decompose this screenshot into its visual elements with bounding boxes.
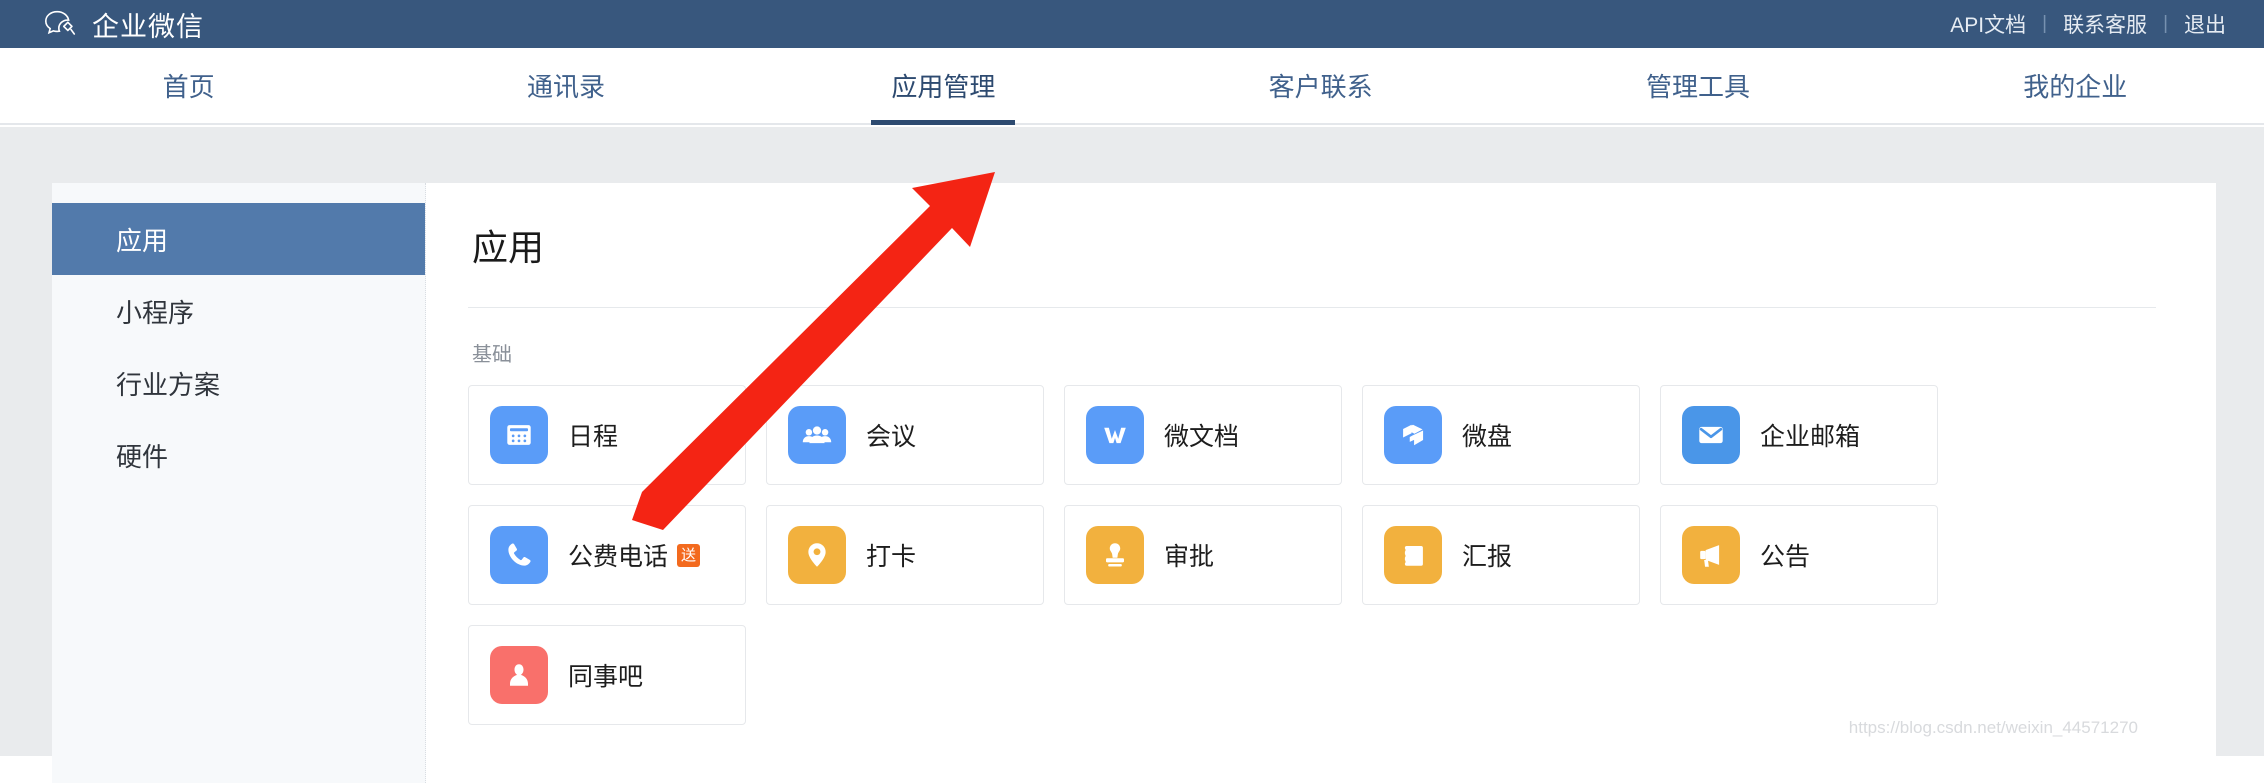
- brand-name: 企业微信: [92, 11, 204, 42]
- header-separator-1: |: [2042, 13, 2048, 34]
- status-badge: 送: [677, 543, 701, 567]
- main-nav-tabs: 首页 通讯录 应用管理 客户联系 管理工具 我的企业: [0, 48, 2264, 125]
- page-title: 应用: [472, 227, 545, 268]
- app-card-report[interactable]: 汇报: [1362, 505, 1640, 605]
- header-separator-2: |: [2163, 13, 2168, 34]
- app-label: 同事吧: [568, 663, 644, 691]
- app-label: 会议: [866, 423, 917, 451]
- wecom-logo-icon: [42, 5, 80, 43]
- app-card-wedoc[interactable]: 微文档: [1064, 385, 1342, 485]
- app-label: 公费电话 送: [568, 537, 701, 573]
- app-label: 汇报: [1462, 543, 1513, 571]
- phone-icon: [490, 526, 548, 584]
- report-icon: [1384, 526, 1442, 584]
- section-label-basic: 基础: [472, 344, 512, 366]
- nav-tab-contacts[interactable]: 通讯录: [377, 48, 754, 123]
- main-panel: 应用 基础 日程 会议 微文档 微盘 企业邮箱 公费电话 送 打卡 审批 汇报 …: [426, 183, 2216, 783]
- app-label: 微文档: [1164, 423, 1240, 451]
- nav-tab-my-enterprise[interactable]: 我的企业: [1887, 48, 2264, 123]
- content-container: 应用 小程序 行业方案 硬件 应用 基础 日程 会议 微文档 微盘 企业邮箱 公…: [52, 183, 2216, 783]
- app-label-text: 公费电话: [568, 543, 669, 571]
- nav-tab-app-management[interactable]: 应用管理: [755, 48, 1132, 123]
- logout-link[interactable]: 退出: [2184, 9, 2226, 39]
- app-label: 微盘: [1462, 423, 1513, 451]
- stamp-icon: [1086, 526, 1144, 584]
- app-card-free-call[interactable]: 公费电话 送: [468, 505, 746, 605]
- nav-tab-customer-contact[interactable]: 客户联系: [1132, 48, 1509, 123]
- app-card-calendar[interactable]: 日程: [468, 385, 746, 485]
- envelope-icon: [1682, 406, 1740, 464]
- top-header-bar: 企业微信 API文档 | 联系客服 | 退出: [0, 0, 2264, 48]
- app-label: 打卡: [866, 543, 917, 571]
- app-card-colleague-bar[interactable]: 同事吧: [468, 625, 746, 725]
- megaphone-icon: [1682, 526, 1740, 584]
- app-card-wedrive[interactable]: 微盘: [1362, 385, 1640, 485]
- nav-tab-home[interactable]: 首页: [0, 48, 377, 123]
- sidebar-item-industry-solutions[interactable]: 行业方案: [52, 347, 425, 419]
- location-pin-icon: [788, 526, 846, 584]
- app-card-approval[interactable]: 审批: [1064, 505, 1342, 605]
- contact-support-link[interactable]: 联系客服: [2063, 9, 2147, 39]
- title-divider: [468, 307, 2156, 308]
- calendar-icon: [490, 406, 548, 464]
- app-card-enterprise-mail[interactable]: 企业邮箱: [1660, 385, 1938, 485]
- brand-logo[interactable]: 企业微信: [42, 5, 204, 44]
- w-letter-icon: [1086, 406, 1144, 464]
- app-label: 日程: [568, 423, 619, 451]
- app-card-announcement[interactable]: 公告: [1660, 505, 1938, 605]
- app-card-checkin[interactable]: 打卡: [766, 505, 1044, 605]
- people-group-icon: [788, 406, 846, 464]
- watermark-text: https://blog.csdn.net/weixin_44571270: [1848, 718, 2138, 737]
- app-label: 企业邮箱: [1760, 423, 1861, 451]
- api-docs-link[interactable]: API文档: [1950, 9, 2026, 39]
- left-sidebar: 应用 小程序 行业方案 硬件: [52, 183, 426, 783]
- header-links: API文档 | 联系客服 | 退出: [1950, 9, 2226, 39]
- app-label: 公告: [1760, 543, 1811, 571]
- nav-tab-admin-tools[interactable]: 管理工具: [1509, 48, 1886, 123]
- app-label: 审批: [1164, 543, 1215, 571]
- page-body: 应用 小程序 行业方案 硬件 应用 基础 日程 会议 微文档 微盘 企业邮箱 公…: [0, 127, 2264, 783]
- app-card-grid: 日程 会议 微文档 微盘 企业邮箱 公费电话 送 打卡 审批 汇报 公告 同事吧: [468, 385, 2156, 725]
- person-red-icon: [490, 646, 548, 704]
- sidebar-item-miniprograms[interactable]: 小程序: [52, 275, 425, 347]
- app-card-meeting[interactable]: 会议: [766, 385, 1044, 485]
- sidebar-item-apps[interactable]: 应用: [52, 203, 425, 275]
- sidebar-item-hardware[interactable]: 硬件: [52, 419, 425, 491]
- cube-drive-icon: [1384, 406, 1442, 464]
